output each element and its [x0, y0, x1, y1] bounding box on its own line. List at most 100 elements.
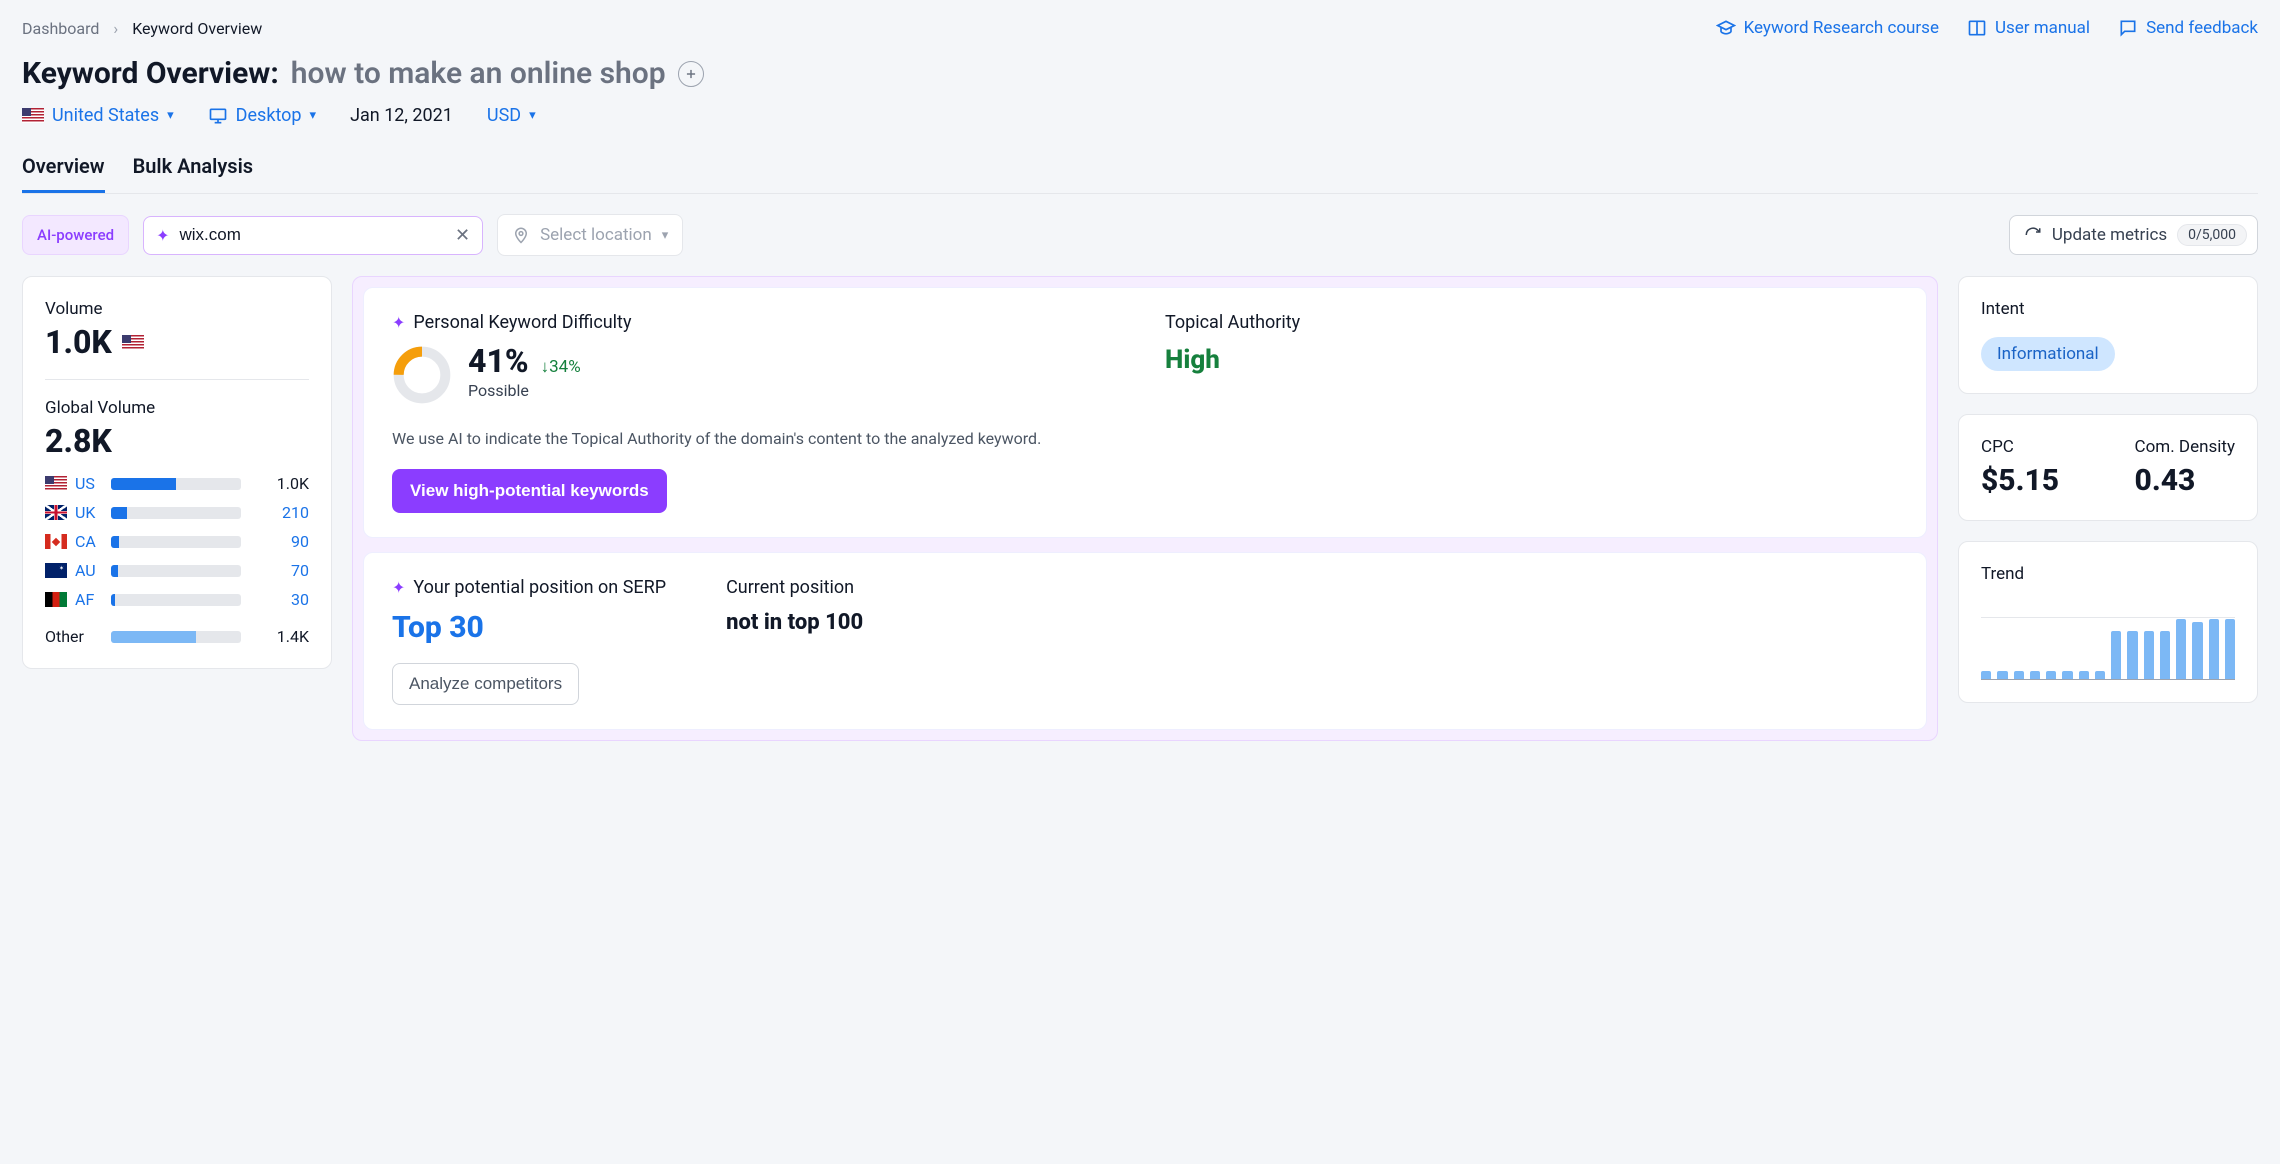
- pkd-percent: 41%: [468, 345, 529, 377]
- link-label: Keyword Research course: [1744, 18, 1939, 38]
- tab-bulk-analysis[interactable]: Bulk Analysis: [133, 154, 254, 193]
- filter-label: Jan 12, 2021: [350, 105, 453, 126]
- refresh-icon: [2024, 226, 2042, 244]
- pkd-card: ✦ Personal Keyword Difficulty: [363, 287, 1927, 538]
- potential-position-title: ✦ Your potential position on SERP: [392, 577, 666, 598]
- trend-bar: [2176, 619, 2186, 680]
- chevron-right-icon: ›: [113, 19, 118, 38]
- trend-title: Trend: [1981, 564, 2235, 584]
- serp-card: ✦ Your potential position on SERP Top 30…: [363, 552, 1927, 730]
- country-filter[interactable]: United States ▾: [22, 105, 174, 126]
- volume-bar: [111, 536, 241, 548]
- volume-value: 1.0K: [45, 323, 309, 361]
- trend-bar: [2127, 631, 2137, 681]
- link-label: User manual: [1995, 18, 2090, 38]
- ai-powered-badge: AI-powered: [22, 215, 129, 255]
- volume-bar: [111, 594, 241, 606]
- volume-row[interactable]: AF30: [45, 590, 309, 609]
- volume-title: Volume: [45, 299, 309, 319]
- volume-row-value: 210: [249, 503, 309, 522]
- device-filter[interactable]: Desktop ▾: [208, 105, 316, 126]
- sparkle-icon: ✦: [392, 578, 405, 597]
- country-code: AU: [75, 561, 103, 580]
- volume-bar: [111, 507, 241, 519]
- graduation-cap-icon: [1716, 18, 1736, 38]
- toolbar: AI-powered ✦ ✕ Select location ▾ Update …: [22, 214, 2258, 256]
- global-volume-rows: US1.0KUK210CA90AU70AF30Other1.4K: [45, 474, 309, 646]
- pkd-title: ✦ Personal Keyword Difficulty: [392, 312, 1125, 333]
- sparkle-icon: ✦: [392, 313, 405, 332]
- country-code: UK: [75, 503, 103, 522]
- add-to-list-button[interactable]: [678, 61, 704, 87]
- clear-input-button[interactable]: ✕: [455, 225, 470, 246]
- flag-icon: [45, 505, 67, 520]
- cpc-card: CPC $5.15 Com. Density 0.43: [1958, 414, 2258, 521]
- date-filter: Jan 12, 2021: [350, 105, 453, 126]
- book-icon: [1967, 18, 1987, 38]
- volume-row[interactable]: CA 90: [45, 532, 309, 551]
- link-user-manual[interactable]: User manual: [1967, 18, 2090, 38]
- global-volume-value: 2.8K: [45, 422, 309, 460]
- cpc-title: CPC: [1981, 437, 2059, 457]
- flag-us-icon: [122, 335, 144, 350]
- volume-bar: [111, 631, 241, 643]
- tabs: Overview Bulk Analysis: [22, 154, 2258, 194]
- top-links: Keyword Research course User manual Send…: [1716, 18, 2258, 38]
- topical-authority-title: Topical Authority: [1165, 312, 1898, 333]
- trend-bar: [2209, 619, 2219, 680]
- link-keyword-research-course[interactable]: Keyword Research course: [1716, 18, 1939, 38]
- currency-filter[interactable]: USD ▾: [487, 105, 536, 126]
- volume-row-value: 90: [249, 532, 309, 551]
- filter-label: Desktop: [236, 105, 302, 126]
- chevron-down-icon: ▾: [662, 228, 669, 243]
- flag-icon: [45, 563, 67, 578]
- country-code: CA: [75, 532, 103, 551]
- page-title-row: Keyword Overview: how to make an online …: [22, 56, 2258, 91]
- volume-bar: [111, 478, 241, 490]
- flag-icon: [45, 534, 67, 549]
- domain-input[interactable]: [179, 225, 445, 245]
- intent-card: Intent Informational: [1958, 276, 2258, 394]
- view-high-potential-keywords-button[interactable]: View high-potential keywords: [392, 469, 667, 513]
- cpc-value: $5.15: [1981, 463, 2059, 498]
- topbar: Dashboard › Keyword Overview Keyword Res…: [22, 18, 2258, 38]
- chevron-down-icon: ▾: [310, 108, 317, 123]
- ai-description: We use AI to indicate the Topical Author…: [392, 427, 1898, 451]
- volume-row-value: 1.4K: [249, 627, 309, 646]
- intent-title: Intent: [1981, 299, 2235, 319]
- potential-position-value: Top 30: [392, 610, 666, 645]
- volume-row-value: 70: [249, 561, 309, 580]
- volume-row[interactable]: US 1.0K: [45, 474, 309, 493]
- trend-card: Trend: [1958, 541, 2258, 703]
- chevron-down-icon: ▾: [529, 108, 536, 123]
- analyze-competitors-button[interactable]: Analyze competitors: [392, 663, 579, 705]
- difficulty-donut-icon: [392, 345, 452, 405]
- trend-bar: [2225, 619, 2235, 680]
- update-metrics-button[interactable]: Update metrics 0/5,000: [2009, 215, 2258, 255]
- trend-bar: [2160, 631, 2170, 681]
- volume-card: Volume 1.0K Global Volume 2.8K US1.0KUK2…: [22, 276, 332, 669]
- volume-row[interactable]: AU 70: [45, 561, 309, 580]
- com-density-title: Com. Density: [2135, 437, 2235, 457]
- filter-label: United States: [52, 105, 159, 126]
- volume-row-value: 1.0K: [249, 474, 309, 493]
- current-position-value: not in top 100: [726, 610, 863, 635]
- tab-overview[interactable]: Overview: [22, 154, 105, 193]
- domain-input-wrap[interactable]: ✦ ✕: [143, 216, 483, 255]
- button-label: Update metrics: [2052, 225, 2167, 245]
- breadcrumb-root[interactable]: Dashboard: [22, 19, 99, 38]
- link-send-feedback[interactable]: Send feedback: [2118, 18, 2258, 38]
- quota-badge: 0/5,000: [2177, 224, 2247, 246]
- location-select[interactable]: Select location ▾: [497, 214, 683, 256]
- volume-row[interactable]: UK 210: [45, 503, 309, 522]
- filter-bar: United States ▾ Desktop ▾ Jan 12, 2021 U…: [22, 105, 2258, 126]
- page-title-keyword: how to make an online shop: [291, 56, 666, 91]
- country-code: US: [75, 474, 103, 493]
- trend-bar: [2144, 631, 2154, 681]
- link-label: Send feedback: [2146, 18, 2258, 38]
- flag-us-icon: [22, 108, 44, 123]
- topical-authority-value: High: [1165, 345, 1898, 375]
- current-position-title: Current position: [726, 577, 863, 598]
- flag-icon: [45, 476, 67, 491]
- page-title-label: Keyword Overview:: [22, 56, 279, 91]
